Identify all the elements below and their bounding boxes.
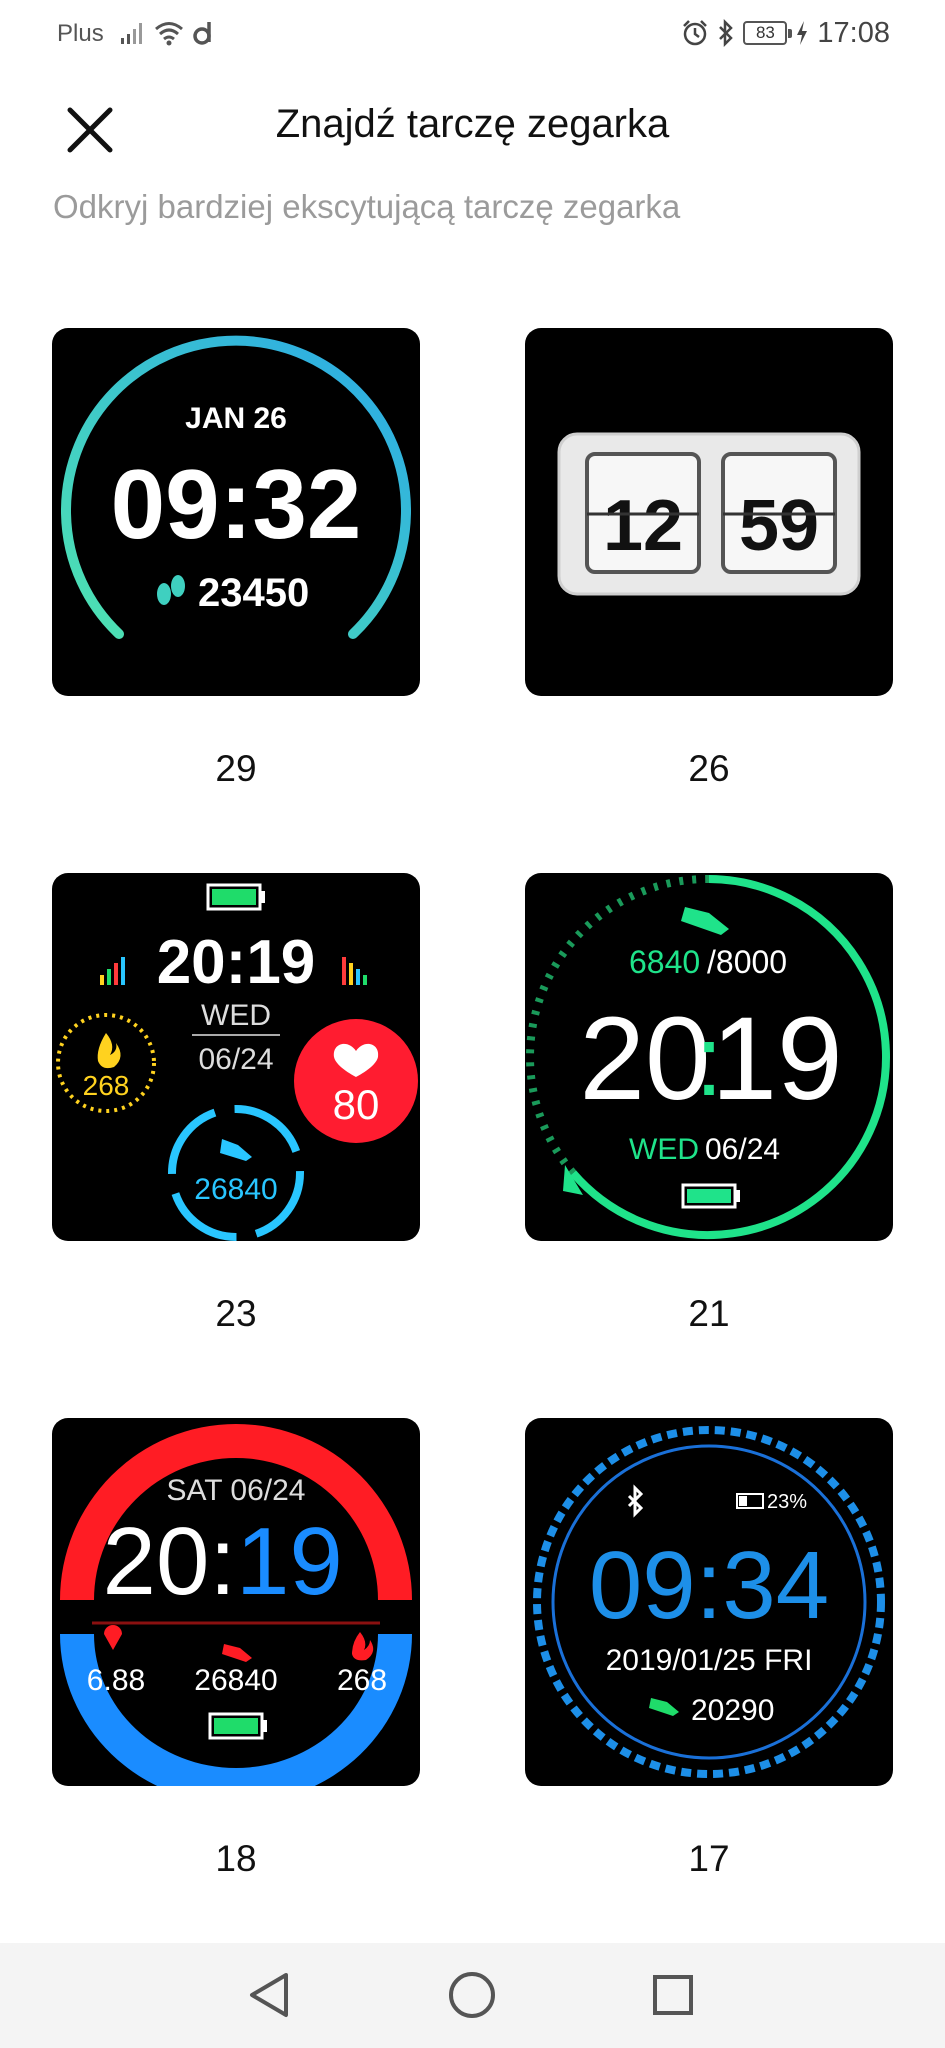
- header: Znajdź tarczę zegarka: [0, 80, 945, 170]
- watch-face-card-17[interactable]: 23% 09:34 2019/01/25 FRI 20290 17: [525, 1418, 893, 1880]
- watch-face-card-29[interactable]: JAN 26 09:32 23450 29: [52, 328, 420, 790]
- watch-face-preview: 20:19 WED 06/24 268 80 26840: [52, 873, 420, 1241]
- shoe-icon: [681, 907, 729, 935]
- face-steps: 26840: [194, 1173, 277, 1206]
- battery-icon: [208, 1712, 267, 1740]
- face-date: 06/24: [705, 1133, 780, 1166]
- signal-bars-left-icon: [100, 957, 125, 985]
- face-calories: 268: [83, 1070, 130, 1101]
- face-date: 2019/01/25 FRI: [606, 1644, 813, 1677]
- system-nav-bar: [0, 1943, 945, 2048]
- flip-hour: 12: [603, 486, 683, 566]
- flame-icon: [97, 1033, 121, 1069]
- watch-face-card-18[interactable]: SAT 06/24 20: 19 6.88 26840 268 18: [52, 1418, 420, 1880]
- face-day: WED: [629, 1133, 699, 1166]
- page-subtitle: Odkryj bardziej ekscytującą tarczę zegar…: [53, 188, 681, 225]
- alarm-icon: [683, 20, 708, 46]
- shoe-icon: [220, 1139, 252, 1161]
- data-icon: [193, 22, 211, 45]
- watch-face-card-23[interactable]: 20:19 WED 06/24 268 80 26840 23: [52, 873, 420, 1335]
- face-number: 17: [688, 1838, 730, 1879]
- watch-face-preview: 23% 09:34 2019/01/25 FRI 20290: [525, 1418, 893, 1786]
- footsteps-icon: [157, 575, 185, 605]
- battery-level: 83: [755, 23, 775, 42]
- status-time: 17:08: [817, 16, 890, 49]
- face-distance: 6.88: [87, 1664, 145, 1697]
- shoe-icon: [649, 1698, 679, 1716]
- watch-face-preview: 6840 /8000 20 : 19 WED 06/24: [525, 873, 893, 1241]
- shoe-icon: [222, 1644, 252, 1662]
- flip-minute: 59: [739, 486, 819, 566]
- back-triangle-icon: [250, 1973, 288, 2017]
- battery-icon: 83: [743, 21, 793, 45]
- carrier-label: Plus: [57, 20, 104, 47]
- face-minute: 19: [236, 1508, 343, 1615]
- face-hour: 20: [579, 993, 710, 1125]
- face-steps: 20290: [691, 1694, 774, 1727]
- location-pin-icon: [104, 1625, 122, 1650]
- watch-face-preview: 12 59: [525, 328, 893, 696]
- bluetooth-icon: [719, 19, 734, 47]
- status-bar: Plus 83 17:08: [0, 0, 945, 70]
- face-hour: 20:: [103, 1508, 236, 1615]
- face-date: 06/24: [198, 1043, 273, 1076]
- home-circle-icon: [449, 1972, 495, 2018]
- face-number: 29: [215, 748, 257, 789]
- face-number: 21: [688, 1293, 730, 1334]
- face-number: 23: [215, 1293, 257, 1334]
- face-time: 09:34: [589, 1532, 829, 1639]
- page-title: Znajdź tarczę zegarka: [275, 102, 670, 146]
- signal-icon: [121, 23, 142, 44]
- charging-icon: [797, 21, 808, 45]
- recents-button[interactable]: [643, 1965, 703, 2025]
- bluetooth-icon: [627, 1484, 644, 1518]
- watch-face-preview: JAN 26 09:32 23450: [52, 328, 420, 696]
- face-steps: 6840: [629, 944, 700, 980]
- wifi-icon: [155, 22, 183, 46]
- watch-face-preview: SAT 06/24 20: 19 6.88 26840 268: [52, 1418, 420, 1786]
- back-button[interactable]: [240, 1965, 300, 2025]
- face-date: JAN 26: [185, 402, 287, 435]
- recents-square-icon: [653, 1975, 693, 2015]
- face-number: 18: [215, 1838, 257, 1879]
- face-goal: /8000: [707, 944, 787, 980]
- battery-icon: [206, 883, 265, 911]
- signal-bars-right-icon: [342, 957, 367, 985]
- watch-face-card-26[interactable]: 12 59 26: [525, 328, 893, 790]
- face-calories: 268: [337, 1664, 387, 1697]
- flame-icon: [352, 1632, 374, 1661]
- face-steps: 26840: [194, 1664, 277, 1697]
- watch-face-card-21[interactable]: 6840 /8000 20 : 19 WED 06/24 21: [525, 873, 893, 1335]
- face-day-date: SAT 06/24: [167, 1474, 306, 1507]
- face-time: 20:19: [157, 928, 316, 997]
- face-minute: 19: [711, 993, 842, 1125]
- face-battery: 23%: [767, 1491, 807, 1513]
- home-button[interactable]: [442, 1965, 502, 2025]
- battery-icon: [736, 1493, 764, 1509]
- face-steps: 23450: [198, 571, 309, 615]
- face-time: 09:32: [111, 449, 362, 559]
- face-day: WED: [201, 999, 271, 1032]
- face-heart-rate: 80: [333, 1081, 380, 1128]
- face-number: 26: [688, 748, 730, 789]
- battery-icon: [681, 1183, 740, 1209]
